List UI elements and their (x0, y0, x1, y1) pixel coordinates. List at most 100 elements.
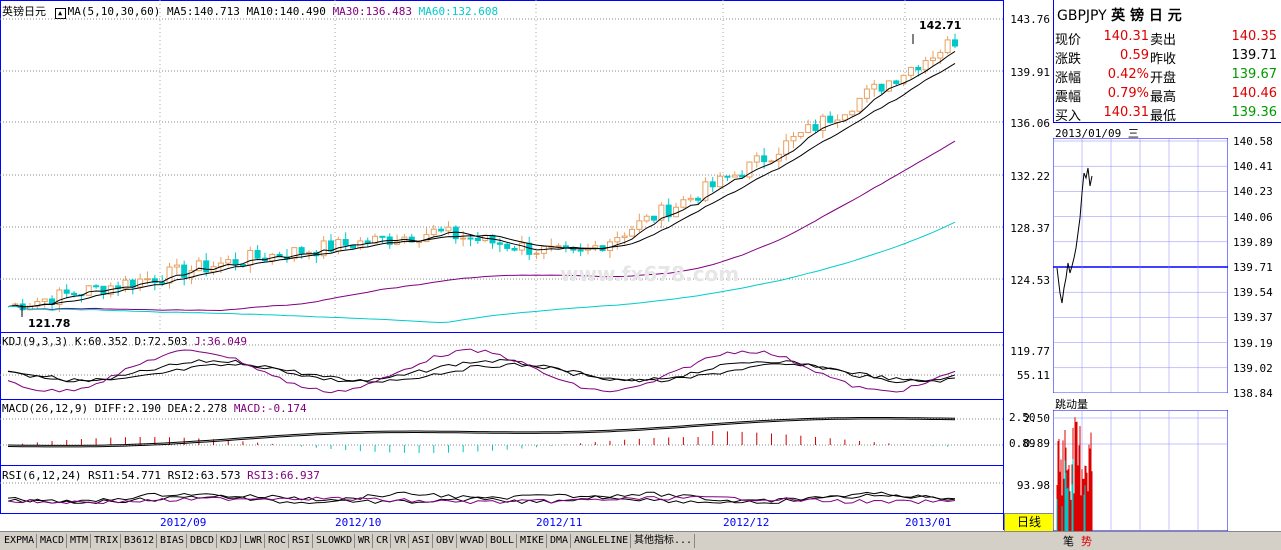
indicator-tab[interactable]: SLOWKD (314, 534, 356, 548)
quote-row: 涨幅 0.42% 开盘 139.67 (1055, 67, 1279, 86)
candle (783, 140, 790, 155)
candle (841, 114, 848, 121)
quote-label: 最高 (1150, 90, 1177, 105)
candle (878, 83, 885, 92)
high-mark-label: 142.71 (919, 19, 962, 32)
indicator-tab[interactable]: ANGLELINE (572, 534, 632, 548)
intraday-y-label: 139.54 (1233, 286, 1273, 300)
macd-dea-line (7, 418, 956, 448)
indicator-tab[interactable]: ROC (266, 534, 290, 548)
indicator-tab[interactable]: MIKE (518, 534, 548, 548)
indicator-tab[interactable]: WR (356, 534, 374, 548)
candle (247, 249, 254, 266)
indicator-tab[interactable]: BIAS (158, 534, 188, 548)
period-button[interactable]: 日线 (1004, 513, 1054, 532)
quote-label: 涨跌 (1055, 52, 1082, 67)
y-label: 139.91 (1010, 66, 1050, 79)
ma5-line (7, 50, 956, 308)
indicator-tab[interactable]: DMA (548, 534, 572, 548)
intraday-y-label: 139.02 (1233, 361, 1273, 375)
candle (863, 88, 870, 99)
indicator-tab[interactable]: RSI (290, 534, 314, 548)
intraday-y-label: 140.23 (1233, 185, 1273, 199)
quote-value: 139.71 (1231, 48, 1278, 63)
candle (144, 278, 151, 281)
candle (944, 39, 951, 53)
candlestick-chart[interactable] (0, 0, 1003, 331)
low-mark-label: 121.78 (28, 317, 71, 330)
quote-value: 139.36 (1231, 105, 1278, 120)
candle (790, 135, 797, 142)
indicator-tab[interactable]: MACD (38, 534, 68, 548)
indicator-tab[interactable]: KDJ (218, 534, 242, 548)
candle (695, 197, 702, 201)
indicator-tab[interactable]: WVAD (458, 534, 488, 548)
intraday-chart[interactable] (1053, 138, 1228, 393)
candle (827, 115, 834, 123)
candle (504, 243, 511, 249)
candle (717, 175, 724, 188)
candle (731, 174, 738, 178)
candle (496, 242, 503, 245)
tab-strokes[interactable]: 笔 (1060, 533, 1077, 549)
watermark: www.fx678.com (560, 262, 740, 286)
quote-value: 0.59 (1120, 48, 1149, 63)
candle (643, 215, 650, 222)
candle (651, 215, 658, 221)
candle (533, 252, 540, 255)
candle (805, 124, 812, 134)
candle (232, 259, 239, 266)
quote-label: 开盘 (1150, 71, 1177, 86)
indicator-tab[interactable]: MTM (68, 534, 92, 548)
indicator-tab[interactable]: TRIX (92, 534, 122, 548)
candle (203, 260, 210, 273)
candle (63, 289, 70, 294)
indicator-tab[interactable]: 其他指标... (632, 534, 696, 548)
ma30-line (7, 140, 956, 312)
candle (438, 228, 445, 232)
candle (173, 264, 180, 268)
tab-trend[interactable]: 势 (1078, 533, 1095, 549)
quote-value: 140.35 (1231, 29, 1278, 44)
indicator-tab[interactable]: DBCD (188, 534, 218, 548)
date-label: 2012/11 (536, 516, 583, 529)
candle (797, 132, 804, 137)
quote-header: GBPJPY 英 镑 日 元 (1057, 5, 1182, 25)
macd-chart (0, 417, 1003, 453)
indicator-tab[interactable]: CR (374, 534, 392, 548)
quote-value: 140.31 (1103, 105, 1150, 120)
kdj-chart (0, 344, 1003, 394)
ma10-line (7, 62, 956, 308)
indicator-tab[interactable]: EXPMA (2, 534, 38, 548)
quote-value: 139.67 (1231, 67, 1278, 82)
intraday-y-label: 140.41 (1233, 160, 1273, 174)
candle (687, 197, 694, 201)
intraday-frame (1053, 138, 1228, 393)
quote-label: 昨收 (1150, 52, 1177, 67)
intraday-y-label: 138.84 (1233, 387, 1273, 400)
candle (636, 220, 643, 230)
indicator-tab[interactable]: VR (392, 534, 410, 548)
date-label: 2012/12 (723, 516, 770, 529)
indicator-tab[interactable]: LWR (242, 534, 266, 548)
candle (379, 235, 386, 238)
indicator-tab[interactable]: ASI (410, 534, 434, 548)
candle (474, 237, 481, 242)
candle (93, 285, 100, 288)
candle (761, 155, 768, 163)
candle (753, 155, 760, 163)
quote-value: 140.46 (1231, 86, 1278, 101)
indicator-tab[interactable]: BOLL (488, 534, 518, 548)
indicator-tab[interactable]: OBV (434, 534, 458, 548)
tick-volume-chart (1053, 410, 1228, 531)
indicator-tab[interactable]: B3612 (122, 534, 158, 548)
candle (592, 245, 599, 249)
candle (460, 237, 467, 240)
candle (577, 249, 584, 252)
intraday-y-label: 140.58 (1233, 135, 1273, 148)
quote-row: 买入 140.31 最低 139.36 (1055, 105, 1279, 124)
quote-symbol: GBPJPY (1057, 8, 1107, 24)
quote-name: 英 镑 日 元 (1111, 8, 1182, 24)
kdj-y-label: 55.11 (1016, 369, 1050, 382)
kdj-y-label: 119.77 (1010, 345, 1050, 358)
